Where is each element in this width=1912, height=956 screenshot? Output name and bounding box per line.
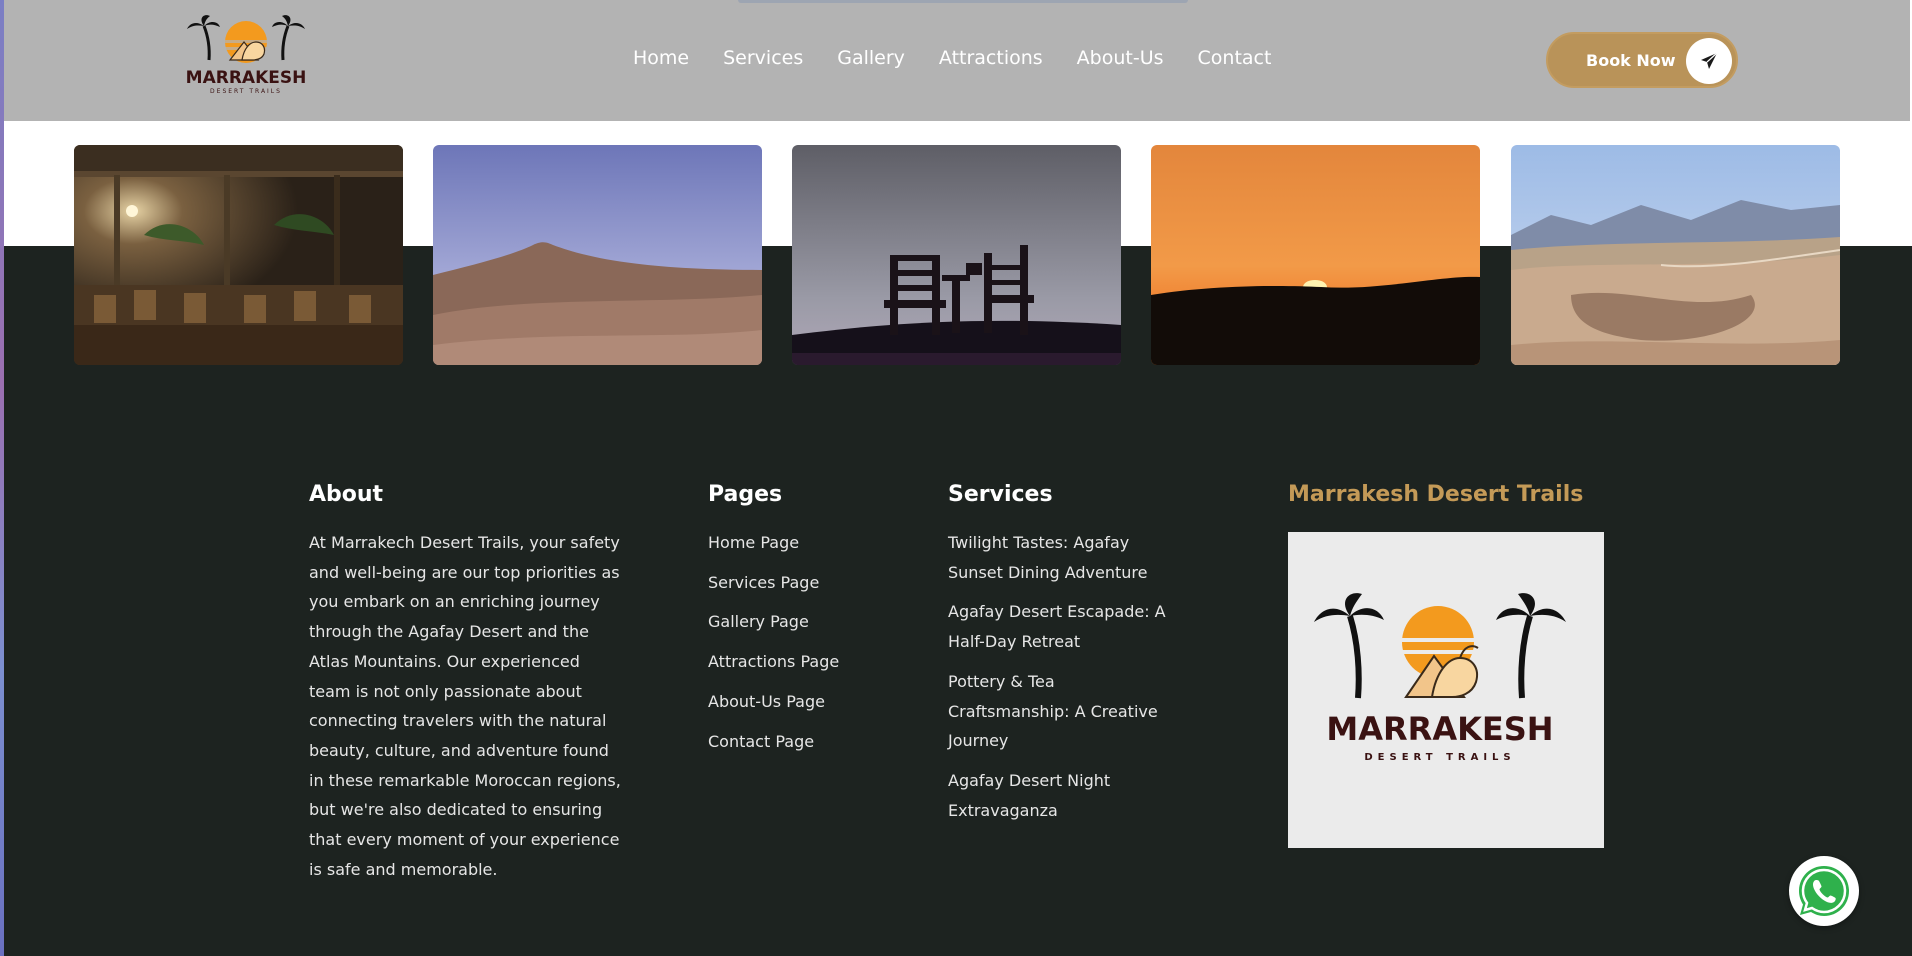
brand-logo-tagline: DESERT TRAILS	[1364, 752, 1515, 763]
whatsapp-button[interactable]	[1789, 856, 1859, 926]
footer-link-attractions[interactable]: Attractions Page	[708, 647, 839, 677]
gallery-photo-sunset[interactable]	[1151, 145, 1480, 365]
footer-about-title: About	[309, 482, 384, 507]
logo-name: MARRAKESH	[186, 68, 306, 88]
footer-pages-list: Home Page Services Page Gallery Page Att…	[708, 528, 839, 756]
footer-service-pottery-tea[interactable]: Pottery & Tea Craftsmanship: A Creative …	[948, 667, 1170, 756]
footer-link-services[interactable]: Services Page	[708, 568, 839, 598]
brand-logo-name: MARRAKESH	[1326, 710, 1553, 748]
footer-services-column: Services Twilight Tastes: Agafay Sunset …	[948, 480, 1170, 835]
footer-link-gallery[interactable]: Gallery Page	[708, 607, 839, 637]
footer-service-night-extravaganza[interactable]: Agafay Desert Night Extravaganza	[948, 766, 1170, 825]
footer-services-list: Twilight Tastes: Agafay Sunset Dining Ad…	[948, 528, 1170, 825]
footer-about-column: About At Marrakech Desert Trails, your s…	[309, 480, 623, 884]
nav-attractions[interactable]: Attractions	[939, 46, 1043, 70]
nav-contact[interactable]: Contact	[1198, 46, 1272, 70]
site-logo[interactable]: MARRAKESH DESERT TRAILS	[186, 12, 306, 96]
paper-plane-icon	[1686, 38, 1732, 84]
footer-brand-column: Marrakesh Desert Trails MARRAKESH DESERT…	[1288, 480, 1604, 848]
site-header: MARRAKESH DESERT TRAILS Home Services Ga…	[0, 0, 1910, 121]
window-left-edge	[0, 0, 4, 956]
nav-gallery[interactable]: Gallery	[837, 46, 905, 70]
nav-about-us[interactable]: About-Us	[1077, 46, 1164, 70]
book-now-button[interactable]: Book Now	[1546, 32, 1738, 88]
footer-link-about-us[interactable]: About-Us Page	[708, 687, 839, 717]
gallery-photo-chairs-silhouette[interactable]	[792, 145, 1121, 365]
footer-pages-column: Pages Home Page Services Page Gallery Pa…	[708, 480, 839, 766]
footer-service-desert-escapade[interactable]: Agafay Desert Escapade: A Half-Day Retre…	[948, 597, 1170, 656]
nav-services[interactable]: Services	[723, 46, 803, 70]
footer-brand-logo: MARRAKESH DESERT TRAILS	[1288, 532, 1604, 848]
gallery-photo-mountains-canyon[interactable]	[1511, 145, 1840, 365]
gallery-photo-desert-hill[interactable]	[433, 145, 762, 365]
main-nav: Home Services Gallery Attractions About-…	[633, 46, 1305, 70]
logo-tagline: DESERT TRAILS	[210, 88, 282, 95]
whatsapp-icon	[1791, 858, 1857, 924]
footer-pages-title: Pages	[708, 482, 783, 507]
footer-link-contact[interactable]: Contact Page	[708, 727, 839, 757]
footer-link-home[interactable]: Home Page	[708, 528, 839, 558]
logo-emblem-icon: MARRAKESH DESERT TRAILS	[186, 15, 306, 95]
header-shadow	[738, 0, 1188, 3]
gallery-strip	[74, 145, 1840, 365]
footer-about-text: At Marrakech Desert Trails, your safety …	[309, 533, 621, 879]
footer-brand-title: Marrakesh Desert Trails	[1288, 482, 1584, 507]
gallery-photo-dining-tent[interactable]	[74, 145, 403, 365]
nav-home[interactable]: Home	[633, 46, 689, 70]
footer-service-twilight-tastes[interactable]: Twilight Tastes: Agafay Sunset Dining Ad…	[948, 528, 1170, 587]
footer-services-title: Services	[948, 482, 1053, 507]
brand-logo-emblem-icon: MARRAKESH DESERT TRAILS	[1314, 593, 1566, 763]
book-now-label: Book Now	[1586, 51, 1676, 70]
